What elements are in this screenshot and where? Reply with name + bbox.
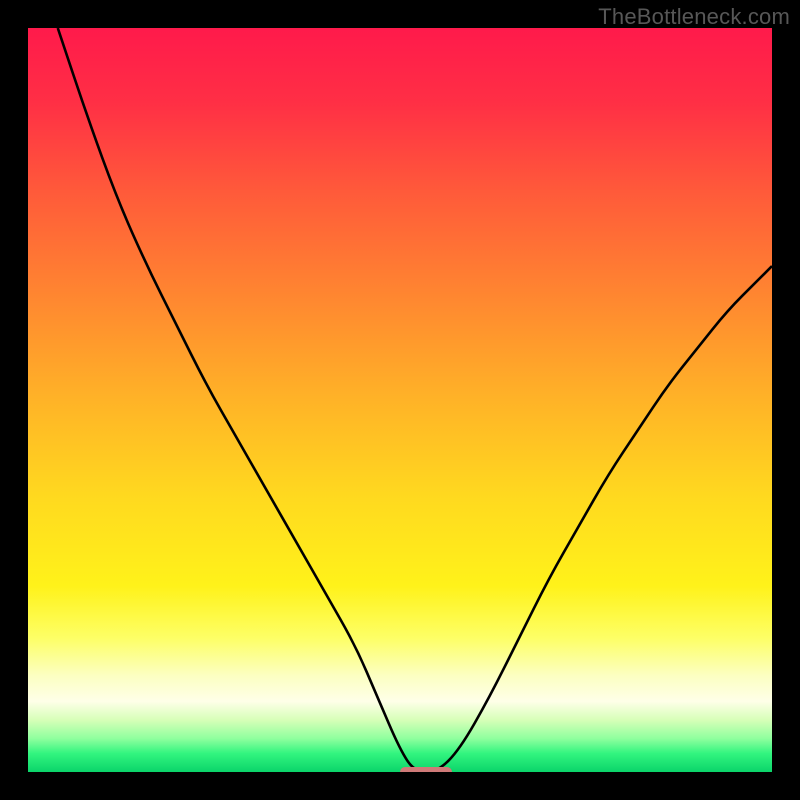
plot-area bbox=[28, 28, 772, 772]
gradient-background bbox=[28, 28, 772, 772]
watermark-text: TheBottleneck.com bbox=[598, 4, 790, 30]
optimal-range-marker bbox=[400, 767, 452, 772]
chart-frame: TheBottleneck.com bbox=[0, 0, 800, 800]
